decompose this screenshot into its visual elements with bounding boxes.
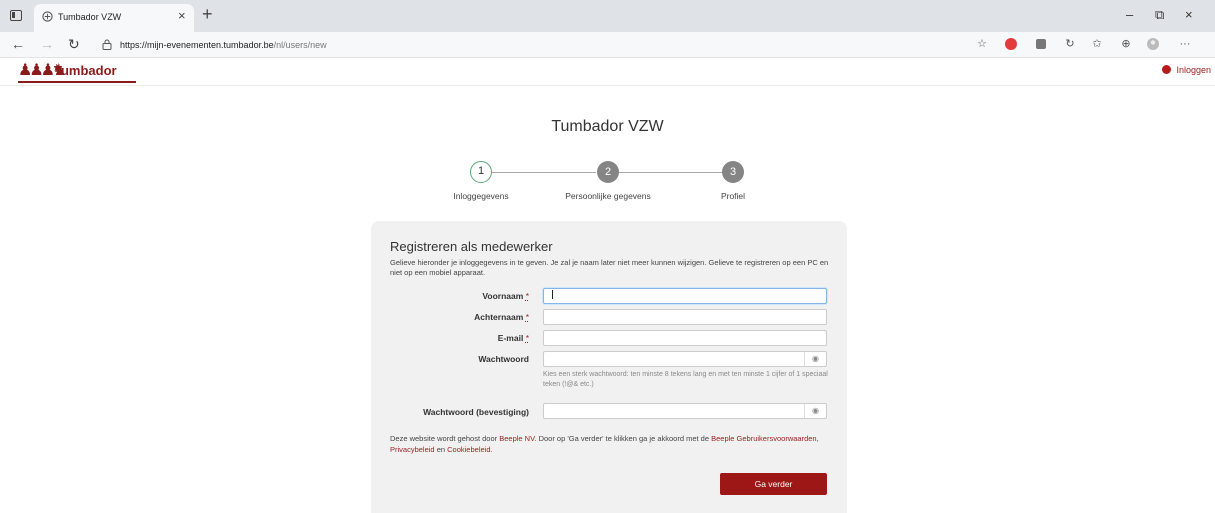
- email-field[interactable]: [543, 330, 827, 346]
- tab-close-icon[interactable]: ×: [178, 8, 186, 24]
- step-1-label: Inloggegevens: [453, 191, 509, 201]
- step-1-indicator: 1: [470, 161, 492, 183]
- terms-link[interactable]: Beeple Gebruikersvoorwaarden: [711, 434, 816, 443]
- url-field[interactable]: https://mijn-evenementen.tumbador.be/nl/…: [94, 35, 954, 55]
- login-link[interactable]: Inloggen: [1162, 65, 1211, 75]
- address-bar-row: ← → ↻ https://mijn-evenementen.tumbador.…: [0, 32, 1215, 58]
- step-3-label: Profiel: [720, 191, 746, 201]
- first-name-label: Voornaam *: [482, 291, 529, 301]
- logo-underline: [18, 81, 136, 83]
- show-password-icon[interactable]: ◉: [804, 352, 826, 366]
- url-text: https://mijn-evenementen.tumbador.be/nl/…: [120, 40, 327, 50]
- password-confirm-label: Wachtwoord (bevestiging): [423, 407, 529, 417]
- lock-icon: [102, 39, 112, 50]
- stepper-connector: [619, 172, 723, 173]
- last-name-label: Achternaam *: [474, 312, 529, 322]
- refresh-button[interactable]: ↻: [68, 36, 80, 52]
- form-intro: Gelieve hieronder je inloggegevens in te…: [390, 258, 829, 277]
- last-name-field[interactable]: [543, 309, 827, 325]
- forward-button[interactable]: →: [40, 36, 54, 52]
- maximize-button[interactable]: ⧉: [1155, 6, 1164, 24]
- logo-text: Tumbador: [54, 63, 117, 78]
- site-header: ♟♟♟♞ Tumbador Inloggen: [0, 58, 1215, 86]
- adblock-extension-icon[interactable]: [1004, 37, 1018, 51]
- profile-avatar-icon[interactable]: [1146, 37, 1160, 51]
- first-name-field[interactable]: [543, 288, 827, 304]
- browser-tab[interactable]: Tumbador VZW ×: [34, 4, 194, 32]
- cookie-link[interactable]: Cookiebeleid: [447, 445, 490, 454]
- privacy-link[interactable]: Privacybeleid: [390, 445, 435, 454]
- continue-button[interactable]: Ga verder: [720, 473, 827, 495]
- tab-actions-icon[interactable]: [10, 10, 22, 21]
- page-title: Tumbador VZW: [551, 118, 664, 135]
- password-hint: Kies een sterk wachtwoord: ten minste 8 …: [543, 371, 828, 388]
- read-aloud-icon[interactable]: ☆: [975, 37, 989, 51]
- tab-title: Tumbador VZW: [58, 12, 122, 22]
- legal-notice: Deze website wordt gehost door Beeple NV…: [390, 434, 819, 454]
- registration-form-card: Registreren als medewerker Gelieve hiero…: [371, 221, 847, 513]
- browser-tab-bar: Tumbador VZW × + – ⧉ ×: [0, 0, 1215, 32]
- show-password-confirm-icon[interactable]: ◉: [804, 404, 826, 418]
- window-close-button[interactable]: ×: [1185, 6, 1193, 24]
- new-tab-button[interactable]: +: [202, 4, 213, 24]
- site-logo[interactable]: ♟♟♟♞ Tumbador: [18, 62, 140, 84]
- minimize-button[interactable]: –: [1126, 6, 1133, 24]
- more-options-icon[interactable]: ···: [1178, 37, 1192, 51]
- step-3-indicator: 3: [722, 161, 744, 183]
- stepper-connector: [492, 172, 596, 173]
- password-confirm-field[interactable]: ◉: [543, 403, 827, 419]
- collections-icon[interactable]: ⊕: [1119, 37, 1133, 51]
- globe-icon: [1162, 65, 1172, 74]
- form-heading: Registreren als medewerker: [390, 239, 553, 254]
- extension-refresh-icon[interactable]: ↻: [1063, 37, 1077, 51]
- beeple-link[interactable]: Beeple NV: [499, 434, 534, 443]
- email-label: E-mail *: [497, 333, 529, 343]
- back-button[interactable]: ←: [11, 36, 25, 52]
- password-label: Wachtwoord: [478, 354, 529, 364]
- site-favicon-icon: [42, 11, 53, 22]
- password-field[interactable]: ◉: [543, 351, 827, 367]
- step-2-indicator: 2: [597, 161, 619, 183]
- step-2-label: Persoonlijke gegevens: [565, 191, 651, 201]
- extension-v-icon[interactable]: [1034, 37, 1048, 51]
- favorites-icon[interactable]: ✩: [1090, 37, 1104, 51]
